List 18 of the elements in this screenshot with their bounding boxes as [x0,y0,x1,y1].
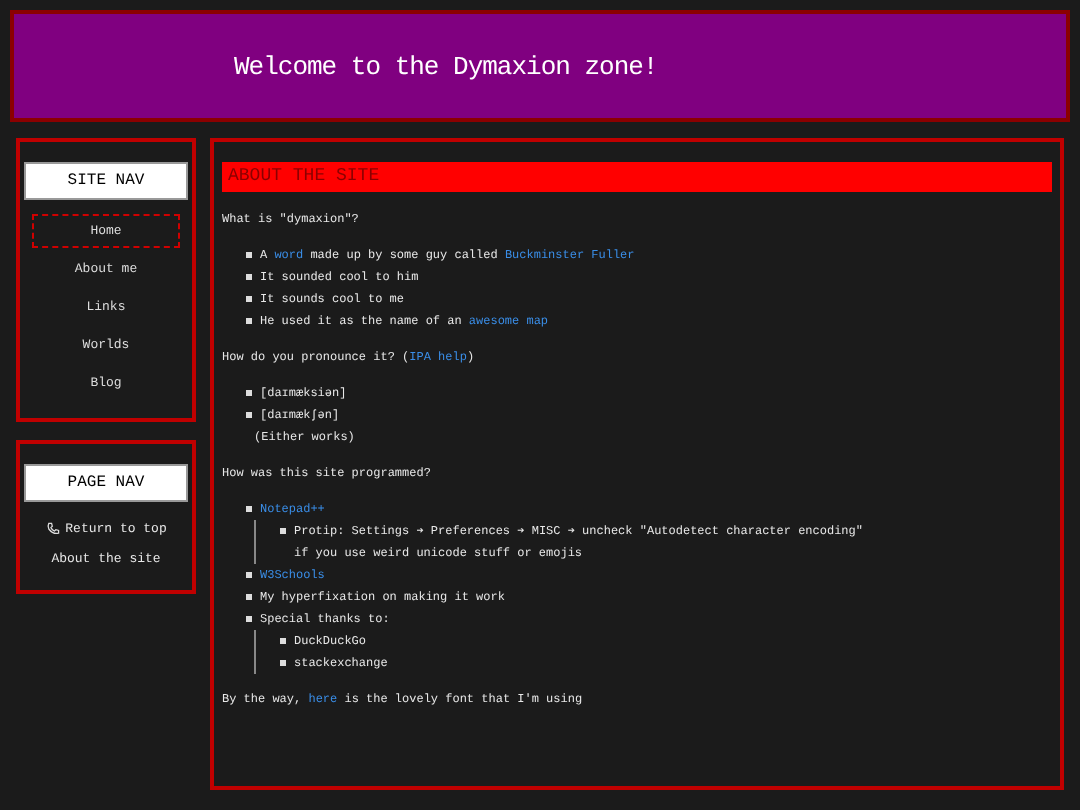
panel-title: PAGE NAV [24,464,188,502]
bullet-icon [280,660,286,666]
bullet-icon [246,572,252,578]
bullet-icon [246,274,252,280]
bullet-icon [246,616,252,622]
section-heading: ABOUT THE SITE [222,162,1052,192]
site-title: Welcome to the Dymaxion zone! [234,51,658,81]
bullet-icon [246,412,252,418]
bullet-icon [246,506,252,512]
bullet-icon [280,528,286,534]
bullet-icon [246,390,252,396]
bullet-icon [280,638,286,644]
panel-title: SITE NAV [24,162,188,200]
bullet-icon [246,252,252,258]
bullet-icon [246,318,252,324]
bullet-icon [246,296,252,302]
phone-icon [45,522,60,536]
bullet-icon [246,594,252,600]
